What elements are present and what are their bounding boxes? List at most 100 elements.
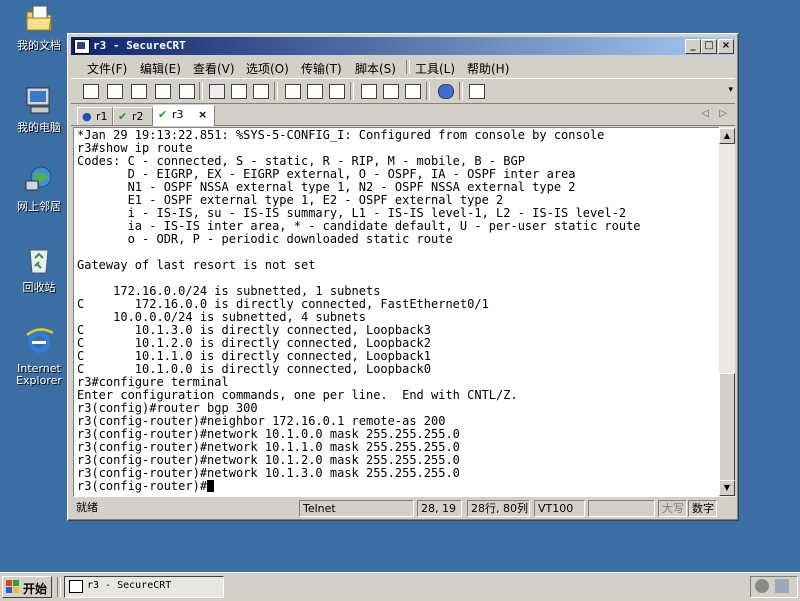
taskbar: 开始 r3 - SecureCRT xyxy=(0,572,800,601)
menu-tools[interactable]: 工具(L) xyxy=(415,60,455,77)
toolbar-disconnect-button[interactable] xyxy=(177,82,195,99)
status-emulation: VT100 xyxy=(534,500,585,517)
terminal-line-text: 10.0.0.0/24 is subnetted, 4 subnets xyxy=(77,310,366,324)
toolbar-copy-button[interactable] xyxy=(207,82,225,99)
tab-scroll-right-icon[interactable]: ▷ xyxy=(719,108,727,119)
toolbar-connect-tab-button[interactable] xyxy=(129,82,147,99)
tray-network-icon[interactable] xyxy=(775,579,789,593)
terminal-line-text: C 10.1.0.0 is directly connected, Loopba… xyxy=(77,362,432,376)
menu-separator xyxy=(406,60,410,74)
securecrt-window: r3 - SecureCRT _ □ × 文件(F) 编辑(E) 查看(V) 选… xyxy=(67,33,739,521)
tab-label: r2 xyxy=(132,110,144,123)
scroll-down-icon[interactable]: ▼ xyxy=(719,480,735,496)
desktop-icon-recycle-bin[interactable]: 回收站 xyxy=(8,244,70,294)
toolbar-keymap-button[interactable] xyxy=(403,82,421,99)
check-icon: ✔ xyxy=(158,108,168,121)
tab-r1[interactable]: ● r1 xyxy=(77,107,113,125)
menu-bar: 文件(F) 编辑(E) 查看(V) 选项(O) 传输(T) 脚本(S) 工具(L… xyxy=(71,57,735,76)
toolbar-paste-button[interactable] xyxy=(229,82,247,99)
toolbar-global-options-button[interactable] xyxy=(381,82,399,99)
key-icon xyxy=(405,84,421,99)
tab-r3[interactable]: ✔ r3 × xyxy=(153,105,215,126)
toolbar-separator xyxy=(274,82,278,100)
toolbar-about-button[interactable] xyxy=(467,82,485,99)
desktop-icon-internet-explorer[interactable]: Internet Explorer xyxy=(8,325,70,387)
scrollbar-thumb[interactable] xyxy=(719,373,735,481)
desktop-icon-my-documents[interactable]: 我的文档 xyxy=(8,2,70,52)
terminal-output[interactable]: *Jan 29 19:13:22.851: %SYS-5-CONFIG_I: C… xyxy=(73,127,720,497)
print-selection-icon xyxy=(307,84,323,99)
taskbar-separator xyxy=(57,577,61,597)
toolbar-print-button[interactable] xyxy=(327,82,345,99)
menu-options[interactable]: 选项(O) xyxy=(246,60,289,77)
start-button[interactable]: 开始 xyxy=(2,576,52,598)
terminal-line-text: D - EIGRP, EX - EIGRP external, O - OSPF… xyxy=(77,167,576,181)
terminal-line: o - ODR, P - periodic downloaded static … xyxy=(77,233,453,246)
status-blank xyxy=(588,500,655,517)
session-tabs: ● r1 ✔ r2 ✔ r3 × ◁ ▷ xyxy=(71,104,735,126)
desktop-icon-label: 我的文档 xyxy=(17,39,61,52)
connect-tab-icon xyxy=(131,84,147,99)
toolbar: ▾ xyxy=(71,78,735,104)
terminal-line: Gateway of last resort is not set xyxy=(77,259,315,272)
terminal-scrollbar[interactable]: ▲ ▼ xyxy=(719,127,735,497)
toolbar-find-button[interactable] xyxy=(251,82,269,99)
status-ready: 就绪 xyxy=(76,501,98,514)
terminal-line-text: C 10.1.2.0 is directly connected, Loopba… xyxy=(77,336,432,350)
recycle-bin-icon xyxy=(29,249,49,274)
reconnect-icon xyxy=(155,84,171,99)
disconnect-icon xyxy=(179,84,195,99)
toolbar-help-button[interactable] xyxy=(436,82,454,99)
info-icon: ● xyxy=(82,110,92,123)
toolbar-overflow-icon[interactable]: ▾ xyxy=(728,85,733,95)
menu-view[interactable]: 查看(V) xyxy=(193,60,235,77)
desktop-icon-network[interactable]: 网上邻居 xyxy=(8,163,70,213)
tab-scroll-left-icon[interactable]: ◁ xyxy=(701,108,709,119)
tab-r2[interactable]: ✔ r2 xyxy=(113,107,153,125)
terminal-line-text: C 10.1.3.0 is directly connected, Loopba… xyxy=(77,323,432,337)
menu-edit[interactable]: 编辑(E) xyxy=(140,60,181,77)
securecrt-app-icon[interactable] xyxy=(74,39,90,54)
check-icon: ✔ xyxy=(118,110,128,123)
paste-icon xyxy=(231,84,247,99)
toolbar-reconnect-button[interactable] xyxy=(153,82,171,99)
toolbar-session-options-button[interactable] xyxy=(359,82,377,99)
terminal-line-text: Gateway of last resort is not set xyxy=(77,258,316,272)
windows-flag-icon xyxy=(6,580,19,593)
menu-transfer[interactable]: 传输(T) xyxy=(301,60,342,77)
menu-file[interactable]: 文件(F) xyxy=(87,60,127,77)
taskbar-item-label: r3 - SecureCRT xyxy=(87,580,172,591)
menu-help[interactable]: 帮助(H) xyxy=(467,60,509,77)
taskbar-item-securecrt[interactable]: r3 - SecureCRT xyxy=(64,576,224,598)
minimize-button[interactable]: _ xyxy=(685,39,701,54)
terminal-line-text: N1 - OSPF NSSA external type 1, N2 - OSP… xyxy=(77,180,576,194)
tray-security-icon[interactable] xyxy=(755,579,769,593)
terminal-line-text: Enter configuration commands, one per li… xyxy=(77,388,518,402)
close-button[interactable]: × xyxy=(718,39,734,54)
title-bar[interactable]: r3 - SecureCRT _ □ × xyxy=(71,37,735,55)
terminal-line-text: C 172.16.0.0 is directly connected, Fast… xyxy=(77,297,489,311)
my-computer-icon xyxy=(26,87,50,114)
toolbar-quick-connect-button[interactable] xyxy=(105,82,123,99)
terminal-line-text: C 10.1.1.0 is directly connected, Loopba… xyxy=(77,349,432,363)
terminal-line-text: o - ODR, P - periodic downloaded static … xyxy=(77,232,453,246)
terminal-line-text: r3(config-router)# xyxy=(77,479,208,493)
session-options-icon xyxy=(361,84,377,99)
tab-label: r3 xyxy=(172,108,184,121)
status-rows-cols: 28行, 80列 xyxy=(467,500,530,517)
maximize-button[interactable]: □ xyxy=(701,39,717,54)
terminal-line-text: r3(config-router)#neighbor 172.16.0.1 re… xyxy=(77,414,446,428)
menu-script[interactable]: 脚本(S) xyxy=(355,60,396,77)
connect-icon xyxy=(83,84,99,99)
terminal-line-text: ia - IS-IS inter area, * - candidate def… xyxy=(77,219,641,233)
desktop-icon-label: Internet Explorer xyxy=(16,362,62,387)
desktop-icon-my-computer[interactable]: 我的电脑 xyxy=(8,84,70,134)
toolbar-print-selection-button[interactable] xyxy=(305,82,323,99)
scroll-up-icon[interactable]: ▲ xyxy=(719,128,735,144)
toolbar-print-setup-button[interactable] xyxy=(283,82,301,99)
tab-close-icon[interactable]: × xyxy=(198,106,207,123)
quick-connect-icon xyxy=(107,84,123,99)
terminal-line-text: 172.16.0.0/24 is subnetted, 1 subnets xyxy=(77,284,381,298)
toolbar-connect-button[interactable] xyxy=(81,82,99,99)
internet-explorer-icon xyxy=(26,328,54,353)
